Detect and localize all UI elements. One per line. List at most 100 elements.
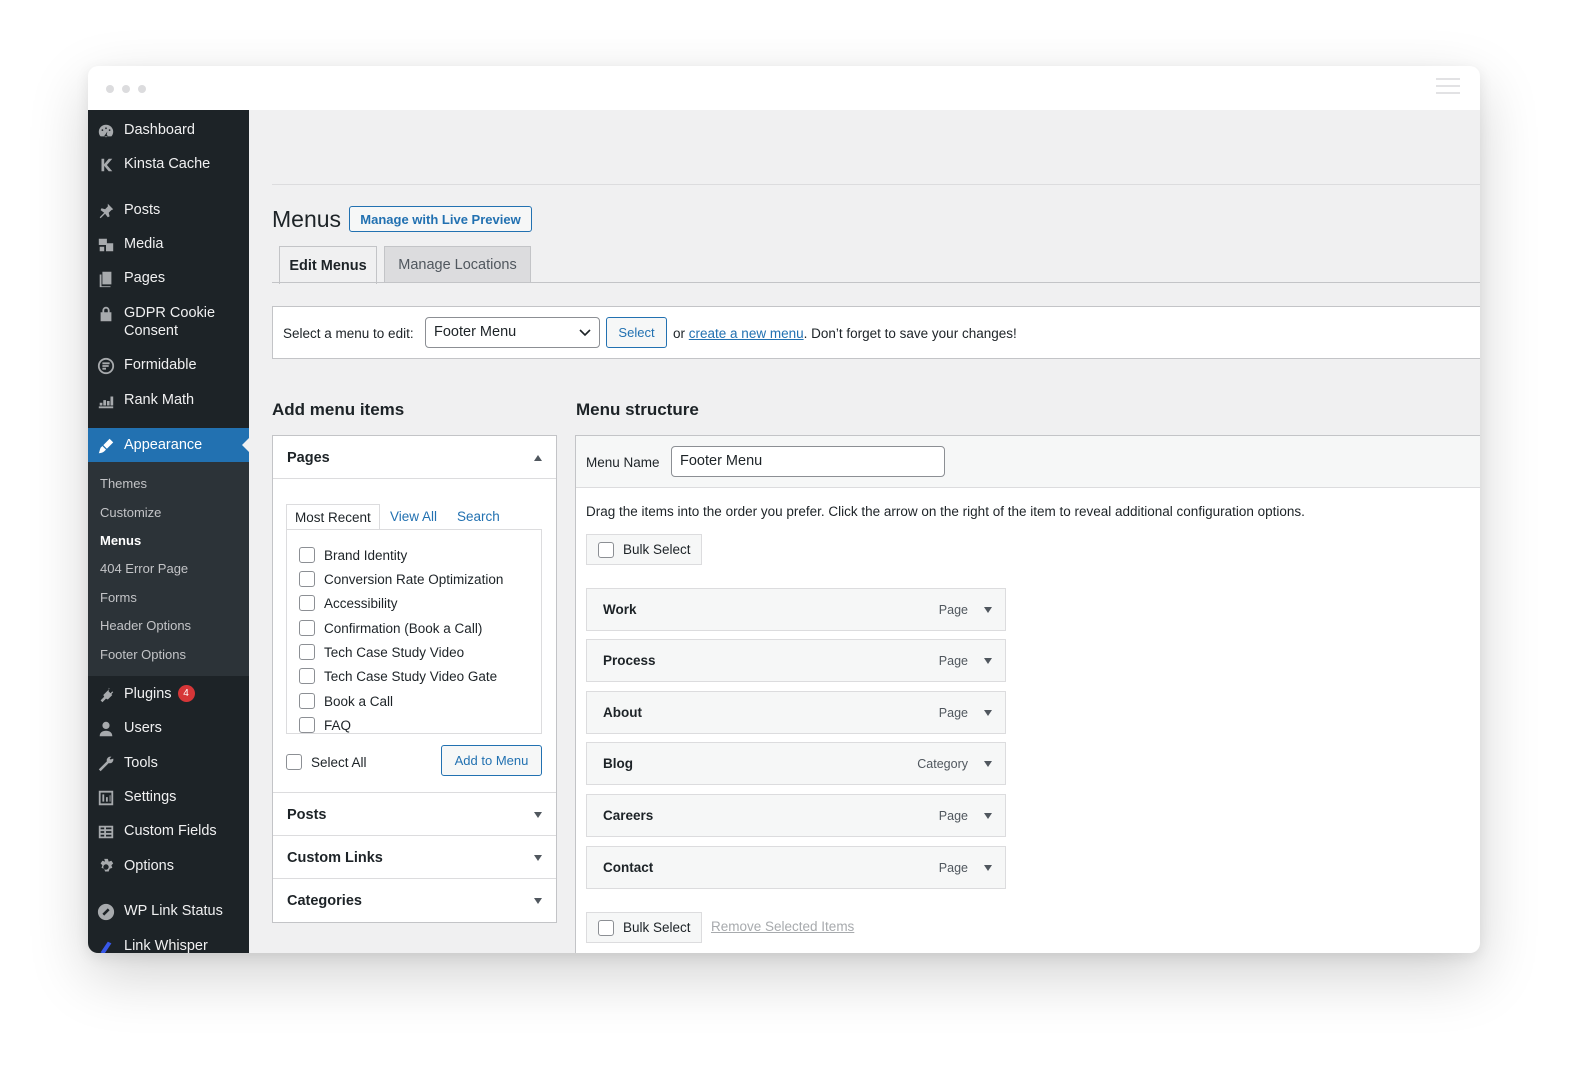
chevron-down-icon[interactable] bbox=[984, 813, 992, 819]
tab-divider bbox=[272, 282, 1480, 283]
bulk-select-bottom[interactable]: Bulk Select bbox=[586, 912, 702, 943]
page-label: Book a Call bbox=[324, 693, 394, 709]
accordion-custom-links-header[interactable]: Custom Links bbox=[273, 836, 556, 879]
page-checkbox-row[interactable]: Tech Case Study Video Gate bbox=[299, 668, 497, 684]
sidebar-item-label: GDPR Cookie Consent bbox=[124, 305, 216, 339]
create-menu-link[interactable]: create a new menu bbox=[689, 326, 804, 341]
checkbox[interactable] bbox=[299, 717, 315, 733]
accordion-title: Pages bbox=[287, 450, 330, 466]
appearance-submenu: Themes Customize Menus 404 Error Page Fo… bbox=[88, 462, 249, 676]
sidebar-item-dashboard[interactable]: Dashboard bbox=[88, 121, 249, 140]
checkbox[interactable] bbox=[299, 547, 315, 563]
add-to-menu-button[interactable]: Add to Menu bbox=[441, 745, 542, 776]
sidebar-item-users[interactable]: Users bbox=[88, 719, 249, 738]
chevron-down-icon[interactable] bbox=[984, 607, 992, 613]
help-suffix: . Don’t forget to save your changes! bbox=[803, 326, 1017, 341]
chevron-down-icon[interactable] bbox=[984, 761, 992, 767]
page-checkbox-row[interactable]: Accessibility bbox=[299, 595, 398, 611]
select-help-text: or create a new menu. Don’t forget to sa… bbox=[673, 326, 1017, 341]
whisper-icon bbox=[88, 937, 124, 953]
sidebar-item-formidable[interactable]: Formidable bbox=[88, 356, 249, 375]
chevron-down-icon[interactable] bbox=[534, 855, 542, 861]
tab-edit-menus[interactable]: Edit Menus bbox=[279, 246, 377, 284]
chevron-down-icon[interactable] bbox=[534, 812, 542, 818]
menu-item-type: Page bbox=[938, 809, 968, 823]
accordion-title: Categories bbox=[287, 893, 362, 909]
bulk-select-checkbox[interactable] bbox=[598, 541, 614, 558]
page-checkbox-row[interactable]: Book a Call bbox=[299, 693, 393, 709]
select-button[interactable]: Select bbox=[606, 317, 667, 348]
pages-panel: Most Recent View All Search Brand Identi… bbox=[273, 479, 556, 793]
menu-item-row[interactable]: Careers Page bbox=[586, 794, 1006, 837]
submenu-item-menus[interactable]: Menus bbox=[100, 533, 141, 548]
chevron-down-icon[interactable] bbox=[984, 658, 992, 664]
wrench-icon bbox=[88, 754, 124, 773]
submenu-item-footer-options[interactable]: Footer Options bbox=[100, 647, 186, 662]
menu-item-row[interactable]: About Page bbox=[586, 691, 1006, 734]
sidebar-item-media[interactable]: Media bbox=[88, 235, 249, 254]
sidebar-item-pages[interactable]: Pages bbox=[88, 269, 249, 288]
sidebar-item-link-whisper[interactable]: Link Whisper bbox=[88, 937, 249, 953]
sidebar-item-plugins[interactable]: Plugins 4 bbox=[88, 685, 249, 704]
menu-item-row[interactable]: Work Page bbox=[586, 588, 1006, 631]
table-icon bbox=[88, 822, 124, 841]
page-checkbox-row[interactable]: Tech Case Study Video bbox=[299, 644, 464, 660]
checkbox[interactable] bbox=[299, 620, 315, 636]
checkbox[interactable] bbox=[299, 595, 315, 611]
checkbox[interactable] bbox=[299, 693, 315, 709]
page-checkbox-row[interactable]: Brand Identity bbox=[299, 547, 407, 563]
tab-manage-locations[interactable]: Manage Locations bbox=[384, 246, 531, 283]
sidebar-item-kinsta-cache[interactable]: Kinsta Cache bbox=[88, 155, 249, 174]
page-checkbox-row[interactable]: Conversion Rate Optimization bbox=[299, 571, 503, 587]
accordion-categories-header[interactable]: Categories bbox=[273, 879, 556, 922]
sidebar-item-wp-link-status[interactable]: WP Link Status bbox=[88, 902, 249, 921]
checkbox[interactable] bbox=[299, 668, 315, 684]
sidebar-item-tools[interactable]: Tools bbox=[88, 754, 249, 773]
page-checkbox-row[interactable]: Confirmation (Book a Call) bbox=[299, 620, 482, 636]
bulk-select-top[interactable]: Bulk Select bbox=[586, 534, 702, 565]
sidebar-item-custom-fields[interactable]: Custom Fields bbox=[88, 822, 249, 841]
page-label: Tech Case Study Video bbox=[324, 644, 465, 660]
menu-select-bar: Select a menu to edit: Footer Menu Selec… bbox=[272, 306, 1480, 359]
submenu-item-header-options[interactable]: Header Options bbox=[100, 618, 191, 633]
accordion-posts-header[interactable]: Posts bbox=[273, 793, 556, 836]
chevron-down-icon[interactable] bbox=[984, 710, 992, 716]
sidebar-item-rank-math[interactable]: Rank Math bbox=[88, 391, 249, 410]
chevron-down-icon[interactable] bbox=[534, 898, 542, 904]
chevron-up-icon[interactable] bbox=[534, 455, 542, 461]
sidebar-item-options[interactable]: Options bbox=[88, 857, 249, 876]
chevron-down-icon[interactable] bbox=[984, 865, 992, 871]
sidebar-item-appearance[interactable]: Appearance bbox=[88, 428, 250, 462]
checkbox[interactable] bbox=[299, 644, 315, 660]
tab-search[interactable]: Search bbox=[449, 504, 508, 530]
submenu-item-customize[interactable]: Customize bbox=[100, 505, 161, 520]
menu-item-row[interactable]: Contact Page bbox=[586, 846, 1006, 889]
add-items-accordion: Pages Most Recent View All Search Brand … bbox=[272, 435, 557, 923]
menu-item-row[interactable]: Blog Category bbox=[586, 742, 1006, 785]
sidebar-item-posts[interactable]: Posts bbox=[88, 201, 249, 220]
select-all-label: Select All bbox=[311, 754, 367, 770]
bulk-select-checkbox[interactable] bbox=[598, 919, 614, 936]
page-checkbox-row[interactable]: FAQ bbox=[299, 717, 351, 733]
submenu-item-forms[interactable]: Forms bbox=[100, 590, 137, 605]
hamburger-icon[interactable] bbox=[1436, 78, 1460, 96]
submenu-item-404[interactable]: 404 Error Page bbox=[100, 561, 188, 576]
menu-name-input[interactable]: Footer Menu bbox=[671, 446, 945, 477]
menu-item-row[interactable]: Process Page bbox=[586, 639, 1006, 682]
sidebar-item-label: Posts bbox=[124, 202, 161, 218]
menu-dropdown[interactable]: Footer Menu bbox=[425, 317, 600, 348]
select-menu-label: Select a menu to edit: bbox=[283, 326, 414, 341]
pin-icon bbox=[88, 201, 124, 220]
select-all-row[interactable]: Select All bbox=[286, 754, 367, 770]
menu-item-type: Page bbox=[938, 861, 968, 875]
sidebar-item-settings[interactable]: Settings bbox=[88, 788, 249, 807]
sidebar-item-gdpr[interactable]: GDPR Cookie Consent bbox=[88, 304, 249, 340]
checkbox[interactable] bbox=[299, 571, 315, 587]
remove-selected-link[interactable]: Remove Selected Items bbox=[711, 919, 854, 934]
submenu-item-themes[interactable]: Themes bbox=[100, 476, 147, 491]
tab-most-recent[interactable]: Most Recent bbox=[286, 504, 380, 530]
accordion-pages-header[interactable]: Pages bbox=[273, 436, 556, 479]
select-all-checkbox[interactable] bbox=[286, 754, 302, 770]
live-preview-button[interactable]: Manage with Live Preview bbox=[349, 206, 532, 232]
tab-view-all[interactable]: View All bbox=[382, 504, 445, 530]
